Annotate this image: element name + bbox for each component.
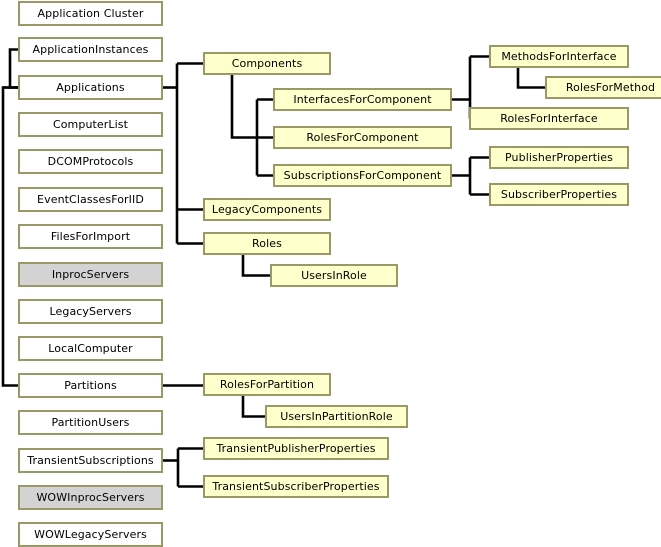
node-partition-users[interactable]: PartitionUsers: [18, 410, 163, 435]
node-application-instances[interactable]: ApplicationInstances: [18, 37, 163, 62]
node-dcom-protocols[interactable]: DCOMProtocols: [18, 149, 163, 174]
node-label: Partitions: [64, 380, 117, 391]
node-label: InterfacesForComponent: [293, 94, 432, 105]
node-label: DCOMProtocols: [47, 156, 134, 167]
node-partitions[interactable]: Partitions: [18, 373, 163, 398]
node-components[interactable]: Components: [203, 52, 331, 75]
node-label: MethodsForInterface: [501, 51, 617, 62]
node-label: EventClassesForIID: [37, 194, 144, 205]
node-label: LegacyComponents: [211, 204, 323, 215]
node-computer-list[interactable]: ComputerList: [18, 112, 163, 137]
node-methods-for-interface[interactable]: MethodsForInterface: [489, 45, 629, 68]
node-roles-for-method[interactable]: RolesForMethod: [545, 76, 661, 99]
node-subscriptions-for-component[interactable]: SubscriptionsForComponent: [273, 164, 452, 187]
node-subscriber-properties[interactable]: SubscriberProperties: [489, 183, 629, 206]
node-label: TransientSubscriberProperties: [212, 481, 380, 492]
node-users-in-partition-role[interactable]: UsersInPartitionRole: [265, 405, 408, 428]
node-label: SubscriberProperties: [500, 189, 618, 200]
node-label: LocalComputer: [48, 343, 133, 354]
node-label: Application Cluster: [37, 8, 144, 19]
node-roles[interactable]: Roles: [203, 232, 331, 255]
node-publisher-properties[interactable]: PublisherProperties: [489, 146, 629, 169]
edge-components-stem: [230, 75, 257, 139]
node-transient-publisher-properties[interactable]: TransientPublisherProperties: [203, 437, 389, 460]
node-legacy-servers[interactable]: LegacyServers: [18, 299, 163, 324]
node-label: RolesForComponent: [306, 132, 419, 143]
node-label: RolesForMethod: [565, 82, 656, 93]
node-label: RolesForInterface: [500, 113, 598, 124]
node-label: TransientSubscriptions: [27, 455, 154, 466]
node-label: SubscriptionsForComponent: [283, 170, 442, 181]
node-label: FilesForImport: [50, 231, 131, 242]
node-local-computer[interactable]: LocalComputer: [18, 336, 163, 361]
node-label: RolesForPartition: [219, 379, 315, 390]
node-application-cluster[interactable]: Application Cluster: [18, 1, 163, 26]
node-interfaces-for-component[interactable]: InterfacesForComponent: [273, 88, 452, 111]
node-label: WOWInprocServers: [36, 492, 145, 503]
node-wow-inproc-servers[interactable]: WOWInprocServers: [18, 485, 163, 510]
node-roles-for-partition[interactable]: RolesForPartition: [203, 373, 331, 396]
node-roles-for-interface[interactable]: RolesForInterface: [469, 107, 629, 130]
node-label: InprocServers: [51, 269, 130, 280]
node-label: UsersInRole: [301, 270, 367, 281]
node-label: PublisherProperties: [505, 152, 613, 163]
node-label: TransientPublisherProperties: [216, 443, 376, 454]
node-inproc-servers[interactable]: InprocServers: [18, 262, 163, 287]
node-label: Applications: [56, 82, 125, 93]
node-transient-subscriptions[interactable]: TransientSubscriptions: [18, 448, 163, 473]
hierarchy-diagram: Application Cluster ApplicationInstances A…: [0, 0, 661, 547]
edge-applications-trunk-to-partitions: [1, 86, 18, 387]
node-label: PartitionUsers: [51, 417, 130, 428]
node-wow-legacy-servers[interactable]: WOWLegacyServers: [18, 522, 163, 547]
node-label: WOWLegacyServers: [34, 529, 147, 540]
node-applications[interactable]: Applications: [18, 75, 163, 100]
node-files-for-import[interactable]: FilesForImport: [18, 224, 163, 249]
node-legacy-components[interactable]: LegacyComponents: [203, 198, 331, 221]
node-label: LegacyServers: [49, 306, 132, 317]
node-label: Roles: [252, 238, 282, 249]
node-label: Components: [231, 58, 303, 69]
node-event-classes-for-iid[interactable]: EventClassesForIID: [18, 187, 163, 212]
node-label: UsersInPartitionRole: [280, 411, 393, 422]
node-label: ComputerList: [52, 119, 129, 130]
node-transient-subscriber-properties[interactable]: TransientSubscriberProperties: [203, 475, 389, 498]
node-label: ApplicationInstances: [32, 44, 149, 55]
node-roles-for-component[interactable]: RolesForComponent: [273, 126, 452, 149]
node-users-in-role[interactable]: UsersInRole: [270, 264, 398, 287]
